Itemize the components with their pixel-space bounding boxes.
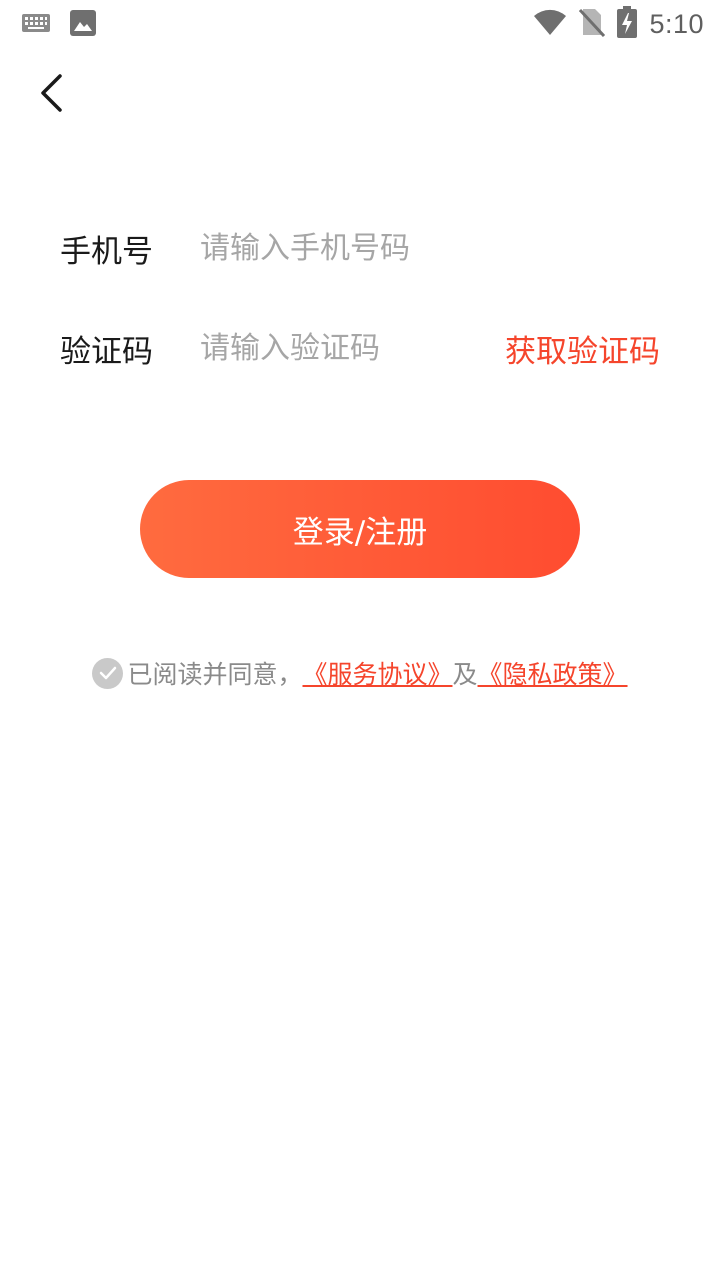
agreement-and-text: 及 xyxy=(452,660,478,689)
phone-row: 手机号 xyxy=(60,218,660,278)
agreement-prefix: 已阅读并同意， xyxy=(127,660,303,689)
check-icon xyxy=(99,666,117,680)
battery-charging-icon xyxy=(617,6,638,42)
code-row: 验证码 获取验证码 xyxy=(60,318,660,378)
phone-label: 手机号 xyxy=(60,233,153,270)
phone-input[interactable] xyxy=(200,230,660,266)
login-register-button[interactable]: 登录/注册 xyxy=(140,480,580,578)
agreement-row: 已阅读并同意， 《服务协议》 及 《隐私政策》 xyxy=(0,655,720,691)
code-label: 验证码 xyxy=(60,333,153,370)
code-input[interactable] xyxy=(200,330,505,366)
image-icon xyxy=(70,10,96,40)
wifi-icon xyxy=(533,8,567,40)
service-agreement-link[interactable]: 《服务协议》 xyxy=(302,655,452,691)
agree-checkbox[interactable] xyxy=(92,657,124,689)
get-code-button[interactable]: 获取验证码 xyxy=(505,326,660,371)
status-time: 5:10 xyxy=(649,8,704,39)
no-sim-icon xyxy=(579,7,606,41)
chevron-left-icon xyxy=(41,74,62,112)
status-bar: 5:10 xyxy=(0,0,720,48)
login-screen: 5:10 手机号 验证码 获取验证码 登录/注册 已阅读并同意， 《服务协议》 … xyxy=(0,0,720,1280)
keyboard-icon xyxy=(22,14,50,36)
privacy-policy-link[interactable]: 《隐私政策》 xyxy=(478,655,628,691)
back-button[interactable] xyxy=(26,66,76,120)
